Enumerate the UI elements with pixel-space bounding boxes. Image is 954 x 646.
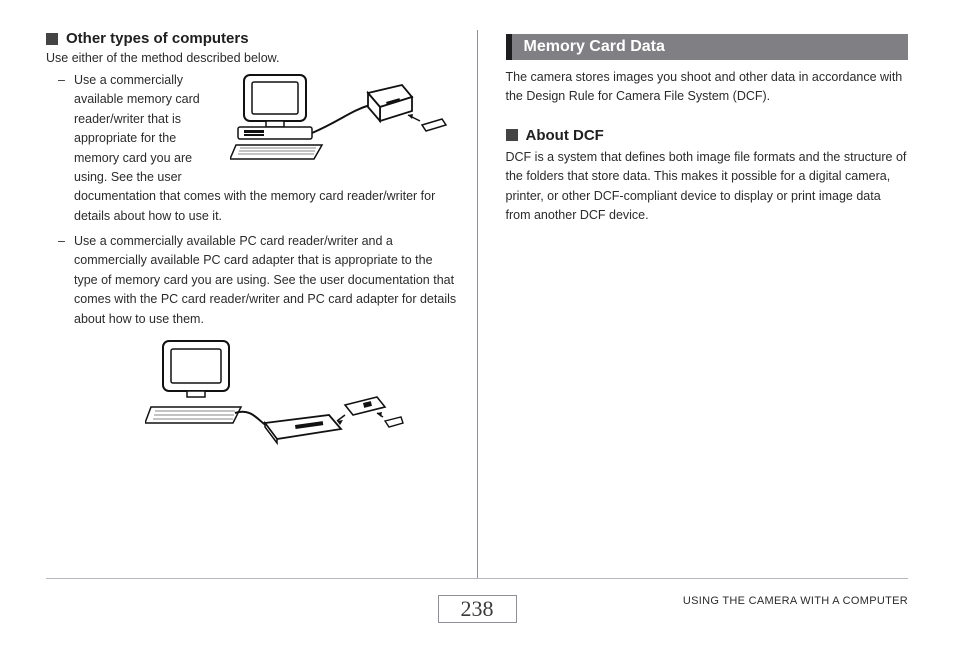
left-column: Other types of computers Use either of t… <box>46 30 477 578</box>
manual-page: Other types of computers Use either of t… <box>0 0 954 646</box>
page-number-box: 238 <box>438 595 517 623</box>
bullet-2-text: Use a commercially available PC card rea… <box>74 234 456 326</box>
footer-running-title: USING THE CAMERA WITH A COMPUTER <box>683 595 908 607</box>
footer-rule <box>46 578 908 579</box>
bullet-1: Use a commercially available memory card… <box>74 71 457 226</box>
bullet-2: Use a commercially available PC card rea… <box>74 232 457 447</box>
page-number: 238 <box>461 596 494 621</box>
right-column: Memory Card Data The camera stores image… <box>478 30 909 578</box>
left-heading: Other types of computers <box>46 30 457 47</box>
page-footer: 238 USING THE CAMERA WITH A COMPUTER <box>46 589 908 629</box>
bullet-list: Use a commercially available memory card… <box>74 71 457 447</box>
illustration-pc-card-adapter <box>94 337 457 447</box>
bullet-1-pretext: Use a commercially available memory card… <box>74 71 224 187</box>
right-para2: DCF is a system that defines both image … <box>506 148 909 226</box>
section-title-text: Memory Card Data <box>524 38 665 55</box>
left-heading-text: Other types of computers <box>66 30 249 47</box>
computer-adapter-icon <box>145 337 405 447</box>
right-subheading-text: About DCF <box>526 127 604 144</box>
square-bullet-icon <box>46 33 58 45</box>
bullet-1-posttext: documentation that comes with the memory… <box>74 187 457 226</box>
illustration-card-reader <box>224 71 457 163</box>
right-para1: The camera stores images you shoot and o… <box>506 68 909 107</box>
square-bullet-icon <box>506 129 518 141</box>
computer-reader-icon <box>230 71 450 163</box>
two-column-layout: Other types of computers Use either of t… <box>46 30 908 578</box>
left-intro: Use either of the method described below… <box>46 51 457 65</box>
right-subheading: About DCF <box>506 127 909 144</box>
section-title-bar: Memory Card Data <box>506 34 909 60</box>
